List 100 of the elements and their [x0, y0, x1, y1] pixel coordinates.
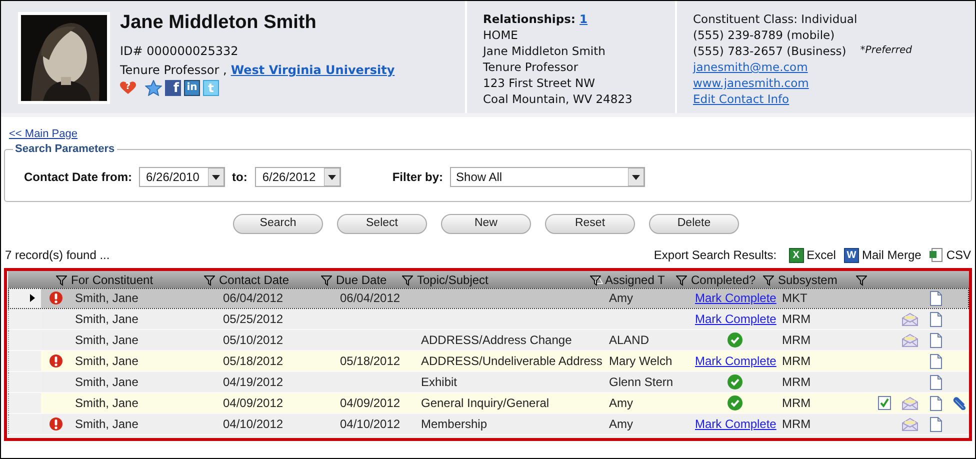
row-pointer-icon [30, 294, 35, 302]
action-button[interactable]: Select [337, 214, 427, 234]
document-icon[interactable] [930, 354, 942, 368]
linkedin-icon[interactable]: in [184, 80, 200, 96]
address-line: 123 First Street NW [483, 75, 596, 91]
export-label: Export Search Results: [654, 247, 777, 264]
person-name: Jane Middleton Smith [120, 12, 318, 34]
excel-icon: X [788, 248, 804, 262]
table-row[interactable]: Smith, Jane 04/09/2012 04/09/2012 General Inquiry/General Amy MRM [8, 393, 969, 414]
export-csv-link[interactable]: CSV [929, 246, 971, 264]
table-cell-text: Smith, Jane [75, 353, 138, 370]
table-cell-text: Amy [609, 395, 633, 412]
table-cell-text: Smith, Jane [75, 374, 138, 391]
constituent-class: Constituent Class: Individual [693, 11, 858, 27]
table-row[interactable]: Smith, Jane 05/18/2012 05/18/2012 ADDRESS/Undeliverable Address Mary Welch Mark Complete MRM [8, 351, 969, 372]
table-cell-text: 05/18/2012 [340, 353, 400, 370]
table-cell-text: Amy [609, 290, 633, 307]
column-header[interactable]: For Constituent [71, 271, 154, 289]
table-row[interactable]: Smith, Jane 04/10/2012 04/10/2012 Membership Amy Mark Complete MRM [8, 414, 969, 435]
table-cell-text: Exhibit [421, 374, 458, 391]
column-header[interactable]: Subsystem [778, 271, 838, 289]
table-row[interactable]: Smith, Jane 04/19/2012 Exhibit Glenn Stern MRM [8, 372, 969, 393]
filter-dropdown[interactable]: Show All [450, 167, 646, 187]
spreadsheet-icon [929, 248, 944, 262]
dropdown-icon [208, 168, 224, 186]
contact-link[interactable]: janesmith@me.com [693, 60, 808, 74]
task-icon[interactable] [878, 396, 890, 410]
to-date-field[interactable]: 6/26/2012 [255, 167, 342, 187]
relationships-link[interactable]: 1 [580, 11, 588, 27]
address-line: Coal Mountain, WV 24823 [483, 91, 634, 107]
organization-link[interactable]: West Virginia University [230, 61, 395, 79]
filter-by-label: Filter by: [392, 169, 444, 186]
address-line: Jane Middleton Smith [483, 43, 606, 59]
column-header[interactable]: Topic/Subject [417, 271, 488, 289]
document-icon[interactable] [930, 416, 942, 432]
table-cell-text: 06/04/2012 [223, 290, 284, 307]
document-icon[interactable] [930, 312, 942, 326]
envelope-icon[interactable] [902, 312, 918, 326]
table-cell-text: Membership [421, 416, 488, 433]
phone-number: (555) 783-2657 (Business) [693, 43, 846, 59]
table-cell-text: Smith, Jane [75, 290, 138, 307]
table-cell-text: 06/04/2012 [340, 290, 400, 307]
table-cell-text: MRM [782, 416, 811, 433]
mark-complete-link[interactable]: Mark Complete [695, 310, 776, 328]
filter-icon[interactable] [590, 274, 601, 286]
table-cell-text: Glenn Stern [609, 374, 674, 391]
table-cell-text: ADDRESS/Address Change [421, 332, 572, 349]
document-icon[interactable] [930, 374, 942, 390]
filter-icon[interactable] [402, 274, 413, 286]
from-date-field[interactable]: 6/26/2010 [139, 167, 226, 187]
mark-complete-link[interactable]: Mark Complete [695, 415, 776, 433]
export-word-link[interactable]: W Mail Merge [844, 246, 922, 264]
table-row[interactable]: Smith, Jane 05/10/2012 ADDRESS/Address Change ALAND MRM [8, 330, 969, 351]
table-cell-text: 05/25/2012 [223, 311, 284, 328]
column-header[interactable]: Completed? [691, 271, 756, 289]
phone-number: (555) 239-8789 (mobile) [693, 27, 835, 43]
table-cell-text: 04/09/2012 [223, 395, 284, 412]
to-label: to: [232, 169, 248, 186]
document-icon[interactable] [930, 396, 942, 410]
sort-icon[interactable] [594, 276, 603, 284]
table-row[interactable]: Smith, Jane 05/25/2012 Mark Complete MRM [8, 309, 969, 330]
table-cell-text: MRM [782, 374, 811, 391]
action-button[interactable]: Delete [649, 214, 739, 234]
envelope-icon[interactable] [902, 334, 918, 346]
column-header[interactable]: Contact Date [219, 271, 290, 289]
table-row[interactable]: Smith, Jane 06/04/2012 06/04/2012 Amy Mark Complete MKT [8, 288, 969, 309]
job-title: Tenure Professor , [120, 62, 227, 79]
envelope-icon[interactable] [902, 418, 918, 430]
word-icon: W [844, 248, 859, 262]
filter-icon[interactable] [204, 274, 215, 286]
filter-icon[interactable] [676, 274, 687, 286]
paperclip-icon[interactable] [952, 396, 966, 410]
filter-icon[interactable] [56, 274, 67, 286]
contact-link[interactable]: www.janesmith.com [693, 76, 809, 90]
document-icon[interactable] [930, 290, 942, 306]
filter-icon[interactable] [856, 274, 867, 286]
action-button[interactable]: Reset [545, 214, 635, 234]
export-excel-link[interactable]: X Excel [788, 246, 836, 264]
table-cell-text: MKT [782, 290, 808, 307]
column-header[interactable]: Due Date [336, 271, 387, 289]
table-cell-text: 04/09/2012 [340, 395, 400, 412]
filter-icon[interactable] [763, 274, 774, 286]
action-button[interactable]: Search [233, 214, 323, 234]
envelope-icon[interactable] [902, 396, 918, 410]
filter-icon[interactable] [321, 274, 332, 286]
table-cell-text: Amy [609, 416, 633, 433]
contact-link[interactable]: Edit Contact Info [693, 92, 790, 106]
star-icon[interactable] [145, 80, 162, 96]
address-line: HOME [483, 27, 519, 43]
preferred-note: *Preferred [860, 44, 912, 58]
main-page-link[interactable]: << Main Page [9, 128, 78, 140]
action-button[interactable]: New [441, 214, 531, 234]
dropdown-icon [324, 168, 340, 186]
table-cell-text: 05/18/2012 [223, 353, 284, 370]
heart-icon[interactable]: ? [120, 81, 136, 95]
table-cell-text: MRM [782, 311, 811, 328]
facebook-icon[interactable]: f [165, 80, 181, 96]
document-icon[interactable] [930, 332, 942, 348]
column-header[interactable]: Assigned T [605, 271, 665, 289]
table-cell-text: MRM [782, 332, 811, 349]
